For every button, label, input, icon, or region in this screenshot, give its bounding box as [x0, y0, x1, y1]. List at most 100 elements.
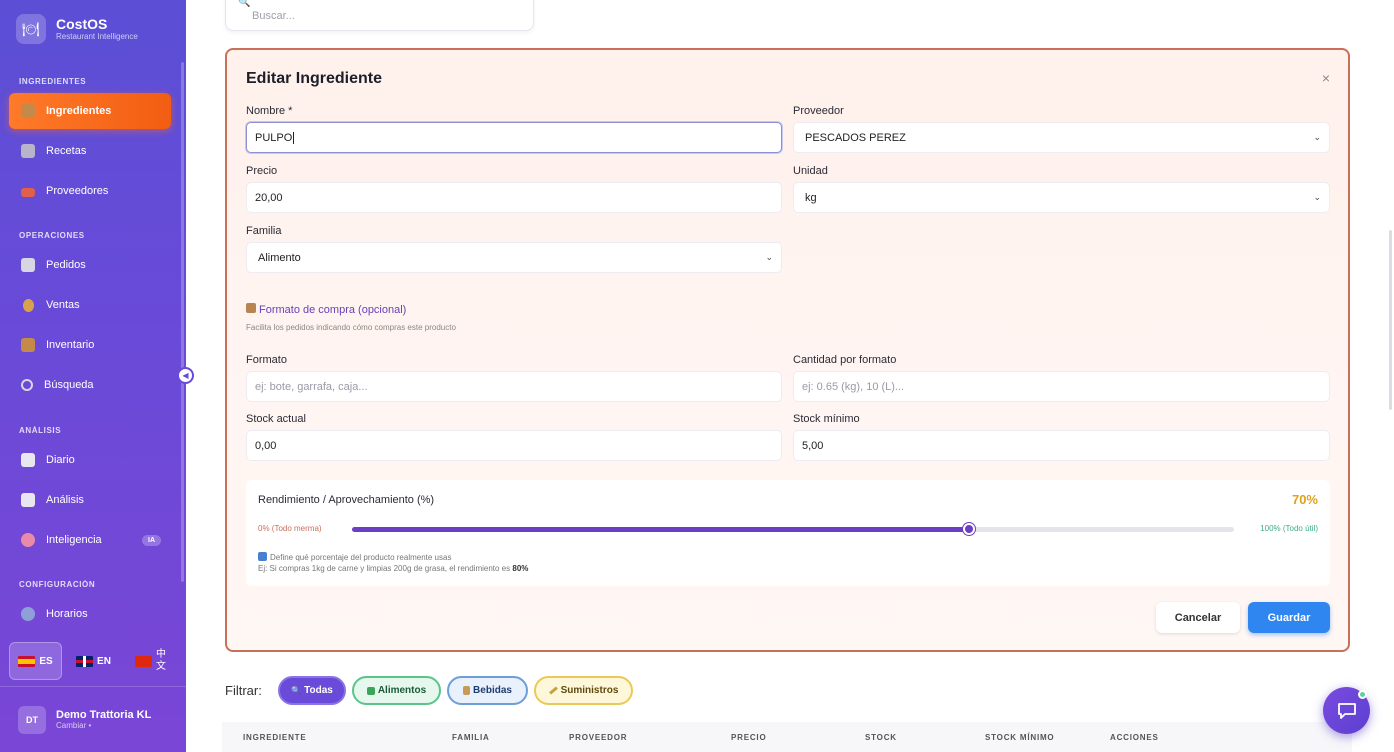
nombre-label: Nombre *: [246, 105, 293, 117]
brand[interactable]: 🍽 CostOS Restaurant Intelligence: [16, 14, 138, 44]
sidebar-item-ventas[interactable]: Ventas: [9, 287, 171, 323]
sidebar-item-inventario[interactable]: Inventario: [9, 327, 171, 363]
search-icon: [21, 379, 33, 391]
stock-actual-value: 0,00: [255, 439, 277, 452]
spain-flag-icon: [18, 655, 36, 667]
yield-example-text: Ej: Si compras 1kg de carne y limpias 20…: [258, 564, 511, 573]
sidebar-item-analisis[interactable]: Análisis: [9, 482, 171, 518]
chevron-left-icon: ◀: [182, 371, 189, 380]
nombre-field[interactable]: PULPO: [246, 122, 782, 153]
search-icon: 🔍: [238, 0, 251, 8]
lang-zh[interactable]: 中文: [125, 642, 178, 680]
column-header[interactable]: INGREDIENTE: [243, 733, 306, 742]
sidebar-item-proveedores[interactable]: Proveedores: [9, 173, 171, 209]
yield-value: 70%: [1291, 492, 1318, 507]
chevron-down-icon: ⌄: [765, 252, 773, 262]
yield-panel: Rendimiento / Aprovechamiento (%) 70% 0%…: [246, 480, 1330, 586]
search-placeholder: Buscar...: [252, 9, 295, 22]
formato-field[interactable]: ej: bote, garrafa, caja...: [246, 371, 782, 402]
yield-slider[interactable]: [352, 523, 1234, 535]
yield-hint: Define qué porcentaje del producto realm…: [258, 552, 451, 562]
precio-value: 20,00: [255, 191, 283, 204]
precio-field[interactable]: 20,00: [246, 182, 782, 213]
formato-placeholder: ej: bote, garrafa, caja...: [255, 380, 368, 393]
change-account-link[interactable]: Cambiar •: [56, 721, 151, 730]
section-ingredientes: INGREDIENTES: [19, 77, 87, 86]
sidebar-item-recetas[interactable]: Recetas: [9, 133, 171, 169]
familia-select[interactable]: Alimento ⌄: [246, 242, 782, 273]
filter-chip-suministros[interactable]: Suministros: [534, 676, 633, 705]
ingredients-table-header: INGREDIENTE FAMILIA PROVEEDOR PRECIO STO…: [222, 722, 1352, 752]
sidebar-item-label: Análisis: [46, 494, 84, 506]
section-operaciones: OPERACIONES: [19, 231, 85, 240]
close-icon[interactable]: ×: [1322, 70, 1330, 86]
sidebar-item-inteligencia[interactable]: Inteligencia IA: [9, 522, 171, 558]
chip-label: Todas: [304, 685, 333, 696]
uk-flag-icon: [76, 655, 94, 667]
cantidad-placeholder: ej: 0.65 (kg), 10 (L)...: [802, 380, 905, 393]
sidebar-item-pedidos[interactable]: Pedidos: [9, 247, 171, 283]
save-button[interactable]: Guardar: [1248, 602, 1330, 633]
stock-minimo-value: 5,00: [802, 439, 824, 452]
chat-button[interactable]: [1323, 687, 1370, 734]
formato-label: Formato: [246, 354, 287, 366]
yield-hint-text: Define qué porcentaje del producto realm…: [270, 553, 452, 562]
yield-slider-thumb[interactable]: [963, 523, 976, 535]
proveedor-select[interactable]: PESCADOS PEREZ ⌄: [793, 122, 1330, 153]
sidebar-item-label: Ventas: [46, 299, 80, 311]
page-scrollbar[interactable]: [1389, 230, 1392, 410]
user-profile[interactable]: DT Demo Trattoria KL Cambiar •: [0, 686, 186, 752]
sidebar-item-diario[interactable]: Diario: [9, 442, 171, 478]
filter-chip-todas[interactable]: 🔍 Todas: [278, 676, 346, 705]
cantidad-field[interactable]: ej: 0.65 (kg), 10 (L)...: [793, 371, 1330, 402]
brand-logo-icon: 🍽: [16, 14, 46, 44]
unidad-label: Unidad: [793, 165, 828, 177]
column-header[interactable]: STOCK: [865, 733, 897, 742]
chat-icon: [1337, 702, 1356, 719]
column-header[interactable]: PROVEEDOR: [569, 733, 627, 742]
package-icon: [21, 338, 35, 352]
filter-chip-alimentos[interactable]: Alimentos: [352, 676, 441, 705]
filter-chip-bebidas[interactable]: Bebidas: [447, 676, 528, 705]
sidebar-item-busqueda[interactable]: Búsqueda: [9, 367, 171, 403]
user-name: Demo Trattoria KL: [56, 709, 152, 721]
sidebar-item-ingredientes[interactable]: Ingredientes: [9, 93, 171, 129]
broom-icon: [548, 686, 558, 695]
sidebar: 🍽 CostOS Restaurant Intelligence INGREDI…: [0, 0, 186, 752]
bar-chart-icon: [21, 493, 35, 507]
recipe-icon: [21, 144, 35, 158]
drink-icon: [463, 686, 471, 695]
column-header[interactable]: ACCIONES: [1110, 733, 1159, 742]
brain-icon: [21, 533, 35, 547]
column-header[interactable]: STOCK MÍNIMO: [985, 733, 1054, 742]
proveedor-value: PESCADOS PEREZ: [805, 131, 906, 144]
lang-label: 中文: [156, 649, 166, 672]
language-switcher: ES EN 中文: [9, 642, 178, 680]
stock-actual-field[interactable]: 0,00: [246, 430, 782, 461]
lang-label: EN: [97, 655, 111, 667]
cancel-button[interactable]: Cancelar: [1156, 602, 1240, 633]
clipboard-icon: [21, 258, 35, 272]
column-header[interactable]: PRECIO: [731, 733, 766, 742]
lang-es[interactable]: ES: [9, 642, 62, 680]
sidebar-scrollbar[interactable]: [181, 62, 184, 582]
column-header[interactable]: FAMILIA: [452, 733, 490, 742]
chip-label: Alimentos: [377, 685, 427, 696]
package-icon: [246, 303, 256, 313]
sidebar-item-horarios[interactable]: Horarios: [9, 596, 171, 632]
nombre-value: PULPO: [255, 131, 293, 144]
collapse-sidebar-button[interactable]: ◀: [177, 367, 194, 384]
stock-minimo-field[interactable]: 5,00: [793, 430, 1330, 461]
purchase-format-title: Formato de compra (opcional): [246, 303, 406, 316]
chevron-down-icon: ⌄: [1313, 192, 1321, 202]
unidad-select[interactable]: kg ⌄: [793, 182, 1330, 213]
lang-en[interactable]: EN: [67, 642, 120, 680]
cantidad-label: Cantidad por formato: [793, 354, 897, 366]
sidebar-item-label: Búsqueda: [44, 379, 94, 391]
search-input[interactable]: 🔍 Buscar...: [225, 0, 534, 31]
brand-subtitle: Restaurant Intelligence: [56, 31, 138, 41]
yield-example-value: 80%: [512, 564, 529, 573]
sidebar-item-label: Diario: [46, 454, 75, 466]
truck-icon: [21, 188, 35, 197]
modal-title: Editar Ingrediente: [246, 70, 383, 87]
